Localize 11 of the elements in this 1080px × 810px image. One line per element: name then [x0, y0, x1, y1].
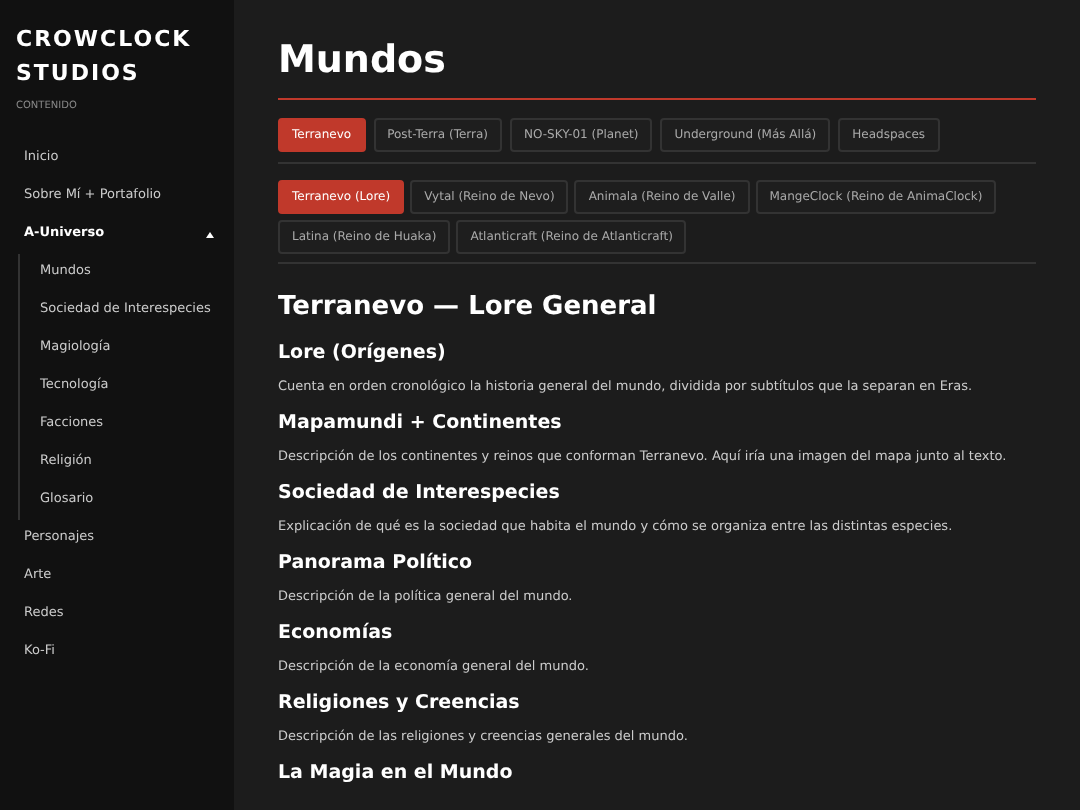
section-heading: Sociedad de Interespecies — [278, 479, 562, 507]
section-heading: Economías — [278, 619, 395, 647]
article-title: Terranevo — Lore General — [278, 290, 659, 326]
section-heading: Mapamundi + Continentes — [278, 409, 564, 437]
section-heading: La Magia en el Mundo — [278, 759, 515, 787]
page-title: Mundos — [278, 36, 448, 84]
section-heading: Panorama Político — [278, 549, 475, 577]
section-heading: Religiones y Creencias — [278, 689, 522, 717]
caret-up-icon — [206, 231, 214, 237]
brand-title: CROWCLOCK STUDIOS — [16, 24, 194, 90]
section-heading: Lore (Orígenes) — [278, 339, 448, 367]
